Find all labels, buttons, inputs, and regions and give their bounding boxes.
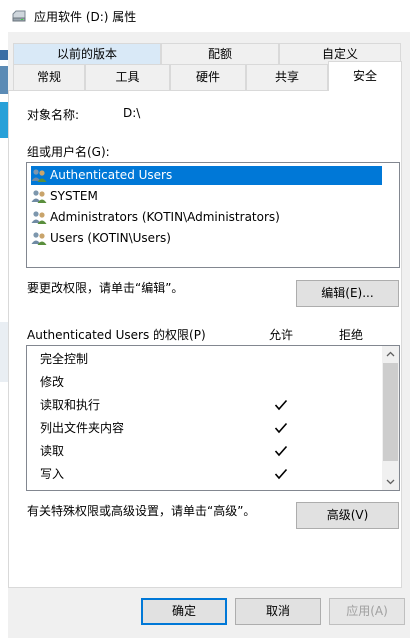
- check-icon: [274, 422, 288, 434]
- tab-tools[interactable]: 工具: [85, 64, 170, 90]
- tab-general[interactable]: 常规: [13, 64, 85, 90]
- users-group-icon: [31, 190, 47, 203]
- check-icon: [274, 468, 288, 480]
- user-name: SYSTEM: [50, 189, 98, 203]
- tab-label: 以前的版本: [56, 47, 117, 61]
- tab-label: 工具: [115, 70, 140, 84]
- apply-button[interactable]: 应用(A): [329, 598, 405, 625]
- title-bar: 应用软件 (D:) 属性: [0, 0, 410, 32]
- check-icon: [274, 445, 288, 457]
- user-name: Users (KOTIN\Users): [50, 231, 171, 245]
- list-item[interactable]: Authenticated Users: [31, 166, 382, 185]
- tab-security[interactable]: 安全: [328, 61, 402, 91]
- group-users-label: 组或用户名(G):: [27, 145, 110, 159]
- permission-name: 修改: [40, 375, 65, 389]
- users-group-icon: [31, 211, 47, 224]
- ok-button[interactable]: 确定: [141, 598, 227, 625]
- edit-hint: 要更改权限，请单击“编辑”。: [27, 281, 184, 295]
- tab-hardware[interactable]: 硬件: [170, 64, 246, 90]
- advanced-button[interactable]: 高级(V): [296, 502, 399, 529]
- users-listbox[interactable]: Authenticated Users SYSTEM Administrator…: [26, 162, 400, 268]
- list-item[interactable]: Users (KOTIN\Users): [31, 229, 171, 248]
- permission-name: 列出文件夹内容: [40, 421, 125, 435]
- tab-quota[interactable]: 配额: [161, 43, 279, 65]
- scroll-down-icon[interactable]: [385, 476, 396, 487]
- tab-label: 硬件: [195, 70, 220, 84]
- desktop-edge: [0, 32, 8, 638]
- permission-row: 修改: [40, 372, 64, 392]
- object-name-label: 对象名称:: [27, 108, 80, 122]
- tab-previous-versions[interactable]: 以前的版本: [13, 43, 161, 65]
- users-group-icon: [31, 169, 47, 182]
- edit-button[interactable]: 编辑(E)...: [296, 280, 399, 307]
- tab-label: 配额: [207, 47, 232, 61]
- permission-name: 写入: [40, 467, 65, 481]
- tab-label: 常规: [36, 70, 61, 84]
- user-name: Authenticated Users: [50, 168, 173, 182]
- tab-sharing[interactable]: 共享: [246, 64, 328, 90]
- scroll-up-icon[interactable]: [385, 349, 396, 360]
- permission-name: 读取和执行: [40, 398, 101, 412]
- deny-header: 拒绝: [339, 328, 364, 342]
- permission-row: 列出文件夹内容: [40, 418, 124, 438]
- window-title: 应用软件 (D:) 属性: [34, 10, 137, 24]
- permissions-list: 完全控制 修改 读取和执行 列出文件夹内容 读取 写入: [26, 345, 400, 491]
- permission-row: 完全控制: [40, 349, 88, 369]
- permission-row: 读取和执行: [40, 395, 100, 415]
- object-name-value: D:\: [123, 106, 141, 120]
- check-icon: [274, 399, 288, 411]
- permissions-scrollbar[interactable]: [382, 346, 399, 490]
- cancel-button[interactable]: 取消: [235, 598, 321, 625]
- drive-icon: [12, 10, 26, 22]
- permission-name: 读取: [40, 444, 65, 458]
- list-item[interactable]: Administrators (KOTIN\Administrators): [31, 208, 280, 227]
- allow-header: 允许: [269, 328, 294, 342]
- permission-name: 完全控制: [40, 352, 89, 366]
- user-name: Administrators (KOTIN\Administrators): [50, 210, 280, 224]
- scrollbar-thumb[interactable]: [383, 363, 398, 461]
- permission-row: 读取: [40, 441, 64, 461]
- advanced-hint: 有关特殊权限或高级设置，请单击“高级”。: [27, 504, 256, 518]
- list-item[interactable]: SYSTEM: [31, 187, 98, 206]
- permissions-title: Authenticated Users 的权限(P): [27, 328, 206, 342]
- users-group-icon: [31, 232, 47, 245]
- tab-label: 共享: [274, 70, 299, 84]
- tab-label: 自定义: [321, 47, 358, 61]
- permission-row: 写入: [40, 464, 64, 484]
- tab-label: 安全: [352, 69, 377, 83]
